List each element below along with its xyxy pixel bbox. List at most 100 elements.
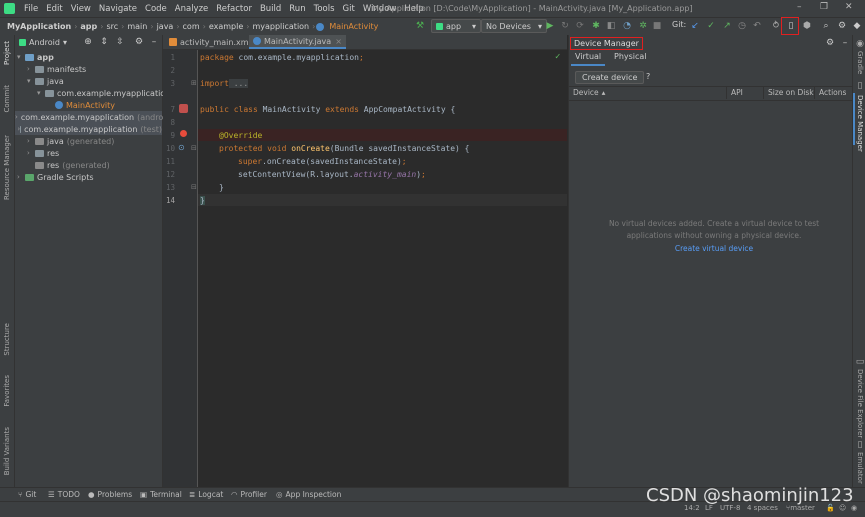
menu-refactor[interactable]: Refactor: [212, 4, 256, 14]
breadcrumb-project[interactable]: MyApplication: [5, 22, 73, 31]
tree-item-gradle-scripts[interactable]: › Gradle Scripts: [17, 171, 94, 183]
tool-window-emulator[interactable]: Emulator: [856, 452, 864, 484]
expand-all-icon[interactable]: ⇕: [99, 37, 109, 47]
fold-icon[interactable]: ⊞: [191, 79, 197, 87]
tree-item-mainactivity[interactable]: MainActivity: [55, 99, 115, 111]
git-push-icon[interactable]: ↗: [722, 21, 732, 31]
no-problems-check-icon[interactable]: ✓: [555, 52, 560, 62]
tab-physical[interactable]: Physical: [614, 52, 647, 61]
gradle-sync-icon[interactable]: ⥁: [771, 21, 781, 31]
tree-item-java[interactable]: ▾ java: [27, 75, 64, 87]
column-device[interactable]: Device ▴: [573, 88, 605, 97]
profile-icon[interactable]: ◔: [622, 21, 632, 31]
breadcrumb-src[interactable]: src: [104, 22, 120, 31]
column-api[interactable]: API: [731, 88, 743, 97]
jetbrains-logo-icon[interactable]: ◆: [852, 21, 862, 31]
hide-icon[interactable]: –: [149, 37, 159, 47]
tree-item-package-androidtest[interactable]: ›com.example.myapplication(androidTest): [15, 111, 189, 123]
hammer-build-icon[interactable]: ⚒: [415, 21, 425, 31]
search-icon[interactable]: ⌕: [821, 21, 831, 31]
run-icon[interactable]: ▶: [545, 21, 555, 31]
tool-window-device-manager[interactable]: Device Manager: [856, 95, 864, 152]
tool-window-structure[interactable]: Structure: [3, 323, 11, 356]
tool-logcat[interactable]: ≣ Logcat: [189, 490, 223, 499]
breadcrumb-example[interactable]: example: [207, 22, 245, 31]
activity-gutter-icon[interactable]: [179, 104, 188, 113]
apply-code-changes-icon[interactable]: ⟳: [575, 21, 585, 31]
collapse-all-icon[interactable]: ⇳: [115, 37, 125, 47]
apply-changes-icon[interactable]: ↻: [560, 21, 570, 31]
tool-window-resource-manager[interactable]: Resource Manager: [3, 135, 11, 200]
locate-icon[interactable]: ⊕: [83, 37, 93, 47]
tree-item-res-generated[interactable]: res (generated): [27, 159, 110, 171]
hide-icon[interactable]: –: [840, 38, 850, 48]
settings-icon[interactable]: ⚙: [837, 21, 847, 31]
menu-run[interactable]: Run: [285, 4, 309, 14]
breadcrumb-main[interactable]: main: [125, 22, 149, 31]
override-method-icon[interactable]: ⊙: [178, 143, 185, 152]
menu-tools[interactable]: Tools: [310, 4, 339, 14]
tool-profiler[interactable]: ◠ Profiler: [231, 490, 267, 499]
column-size-on-disk[interactable]: Size on Disk: [768, 88, 814, 97]
tool-problems[interactable]: ● Problems: [88, 490, 132, 499]
restore-icon[interactable]: ❐: [820, 2, 828, 12]
tool-app-inspection[interactable]: ◎ App Inspection: [276, 490, 341, 499]
menu-file[interactable]: File: [20, 4, 42, 14]
tool-todo[interactable]: ☰ TODO: [48, 490, 80, 499]
gear-icon[interactable]: ⚙: [134, 37, 144, 47]
tool-window-favorites[interactable]: Favorites: [3, 375, 11, 407]
debug-icon[interactable]: ✱: [591, 21, 601, 31]
tab-virtual[interactable]: Virtual: [575, 52, 601, 61]
close-tab-icon[interactable]: ×: [335, 37, 342, 46]
help-icon[interactable]: ?: [646, 72, 650, 81]
attach-debugger-icon[interactable]: ✲: [638, 21, 648, 31]
menu-navigate[interactable]: Navigate: [95, 4, 141, 14]
breakpoint-icon[interactable]: [180, 130, 187, 137]
breadcrumb-app[interactable]: app: [78, 22, 99, 31]
menu-build[interactable]: Build: [256, 4, 285, 14]
git-history-icon[interactable]: ◷: [737, 21, 747, 31]
menu-analyze[interactable]: Analyze: [171, 4, 213, 14]
run-config-dropdown[interactable]: app ▾: [431, 19, 481, 33]
tree-item-app[interactable]: ▾ app: [17, 51, 54, 63]
device-selector-dropdown[interactable]: No Devices ▾: [481, 19, 547, 33]
project-view-mode[interactable]: Android: [29, 38, 60, 47]
create-virtual-device-link[interactable]: Create virtual device: [675, 244, 753, 253]
menu-view[interactable]: View: [67, 4, 95, 14]
tool-terminal[interactable]: ▣ Terminal: [140, 490, 182, 499]
tree-item-manifests[interactable]: › manifests: [27, 63, 86, 75]
tool-window-project[interactable]: Project: [3, 41, 11, 65]
gear-icon[interactable]: ⚙: [825, 38, 835, 48]
tool-window-device-file-explorer[interactable]: Device File Explorer: [856, 369, 864, 438]
create-device-button[interactable]: Create device: [575, 71, 645, 84]
chevron-down-icon[interactable]: ▾: [63, 38, 67, 47]
sdk-manager-icon[interactable]: ⬢: [802, 21, 812, 31]
breadcrumb-com[interactable]: com: [181, 22, 202, 31]
stop-icon[interactable]: ■: [652, 21, 662, 31]
tool-window-build-variants[interactable]: Build Variants: [3, 427, 11, 475]
column-actions[interactable]: Actions: [819, 88, 846, 97]
breadcrumb-java[interactable]: java: [155, 22, 176, 31]
breadcrumb-myapplication[interactable]: myapplication: [250, 22, 311, 31]
tab-mainactivity-java[interactable]: MainActivity.java ×: [249, 35, 346, 49]
git-commit-icon[interactable]: ✓: [706, 21, 716, 31]
tool-window-commit[interactable]: Commit: [3, 85, 11, 113]
coverage-icon[interactable]: ◧: [606, 21, 616, 31]
tool-window-gradle[interactable]: Gradle: [856, 51, 864, 74]
fold-icon[interactable]: ⊟: [191, 144, 197, 152]
menu-git[interactable]: Git: [339, 4, 359, 14]
breadcrumb-mainactivity[interactable]: MainActivity: [327, 22, 380, 31]
git-rollback-icon[interactable]: ↶: [752, 21, 762, 31]
fold-icon[interactable]: ⊟: [191, 183, 197, 191]
tree-item-res[interactable]: › res: [27, 147, 59, 159]
minimize-icon[interactable]: –: [797, 2, 802, 12]
git-update-icon[interactable]: ↙: [690, 21, 700, 31]
menu-edit[interactable]: Edit: [42, 4, 66, 14]
tree-item-java-generated[interactable]: › java (generated): [27, 135, 114, 147]
code-editor[interactable]: package com.example.myapplication; impor…: [198, 50, 567, 487]
close-icon[interactable]: ✕: [845, 2, 853, 12]
tool-git[interactable]: ⑂ Git: [18, 490, 36, 499]
tree-item-package[interactable]: ▾ com.example.myapplication: [37, 87, 170, 99]
tree-item-package-test[interactable]: › com.example.myapplication (test): [15, 123, 162, 135]
menu-code[interactable]: Code: [141, 4, 171, 14]
